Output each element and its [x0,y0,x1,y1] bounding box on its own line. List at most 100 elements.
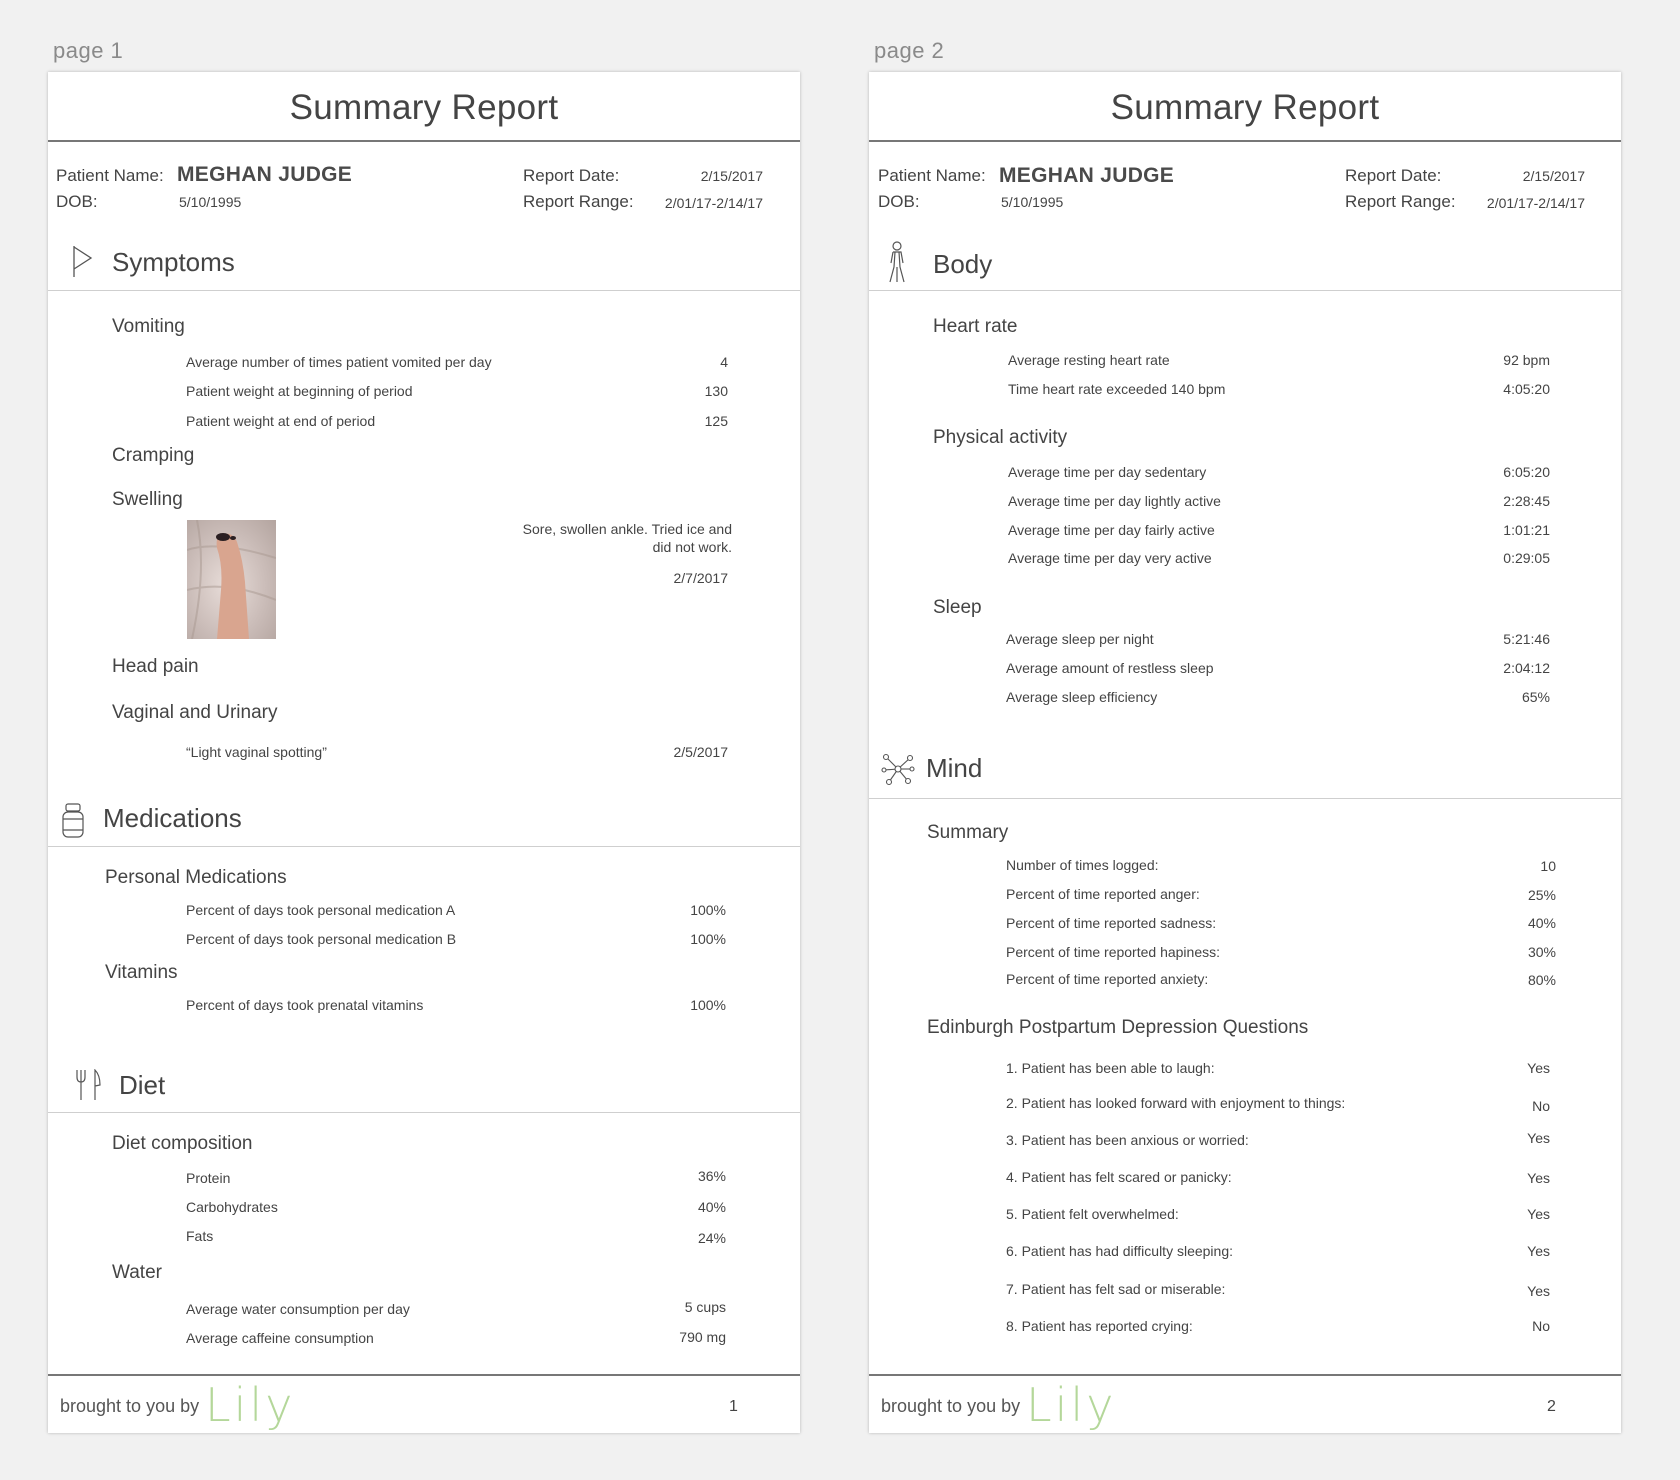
row-value: 92 bpm [1503,352,1550,368]
row-label: Number of times logged: [1006,857,1159,873]
row-label: Average time per day very active [1008,550,1212,566]
subsection-head-pain: Head pain [112,656,199,677]
epds-question: 7. Patient has felt sad or miserable: [1006,1281,1226,1297]
row-label: Percent of days took personal medication… [186,902,456,918]
section-title-symptoms: Symptoms [112,247,235,277]
section-divider [48,290,800,291]
row-label: Percent of days took personal medication… [186,931,457,947]
row-label: Average water consumption per day [186,1301,410,1317]
row-label: Percent of time reported anxiety: [1006,971,1209,987]
section-divider [869,290,1621,291]
row-value: 100% [690,997,726,1013]
epds-question: 3. Patient has been anxious or worried: [1006,1132,1249,1148]
subsection-mind-summary: Summary [927,822,1009,843]
row-label: Percent of time reported anger: [1006,886,1200,902]
footer-brought-by: brought to you by [881,1396,1021,1416]
row-value: 1:01:21 [1503,522,1550,538]
epds-answer: Yes [1527,1243,1550,1259]
section-divider [48,1112,800,1113]
row-value: 790 mg [679,1329,726,1345]
row-label: Protein [186,1170,231,1186]
row-value: 65% [1521,689,1550,705]
subsection-heart-rate: Heart rate [933,316,1018,337]
title-divider [869,140,1621,142]
epds-answer: Yes [1527,1206,1550,1222]
subsection-swelling: Swelling [112,489,183,510]
row-value: 30% [1527,944,1556,960]
subsection-cramping: Cramping [112,445,195,466]
row-label: Average number of times patient vomited … [186,354,492,370]
patient-name-label: Patient Name: [878,166,986,185]
report-range-label: Report Range: [523,192,634,211]
row-label: Average time per day lightly active [1008,493,1221,509]
swelling-note: Sore, swollen ankle. Tried ice and did n… [522,521,732,555]
section-divider [48,846,800,847]
footer-divider [869,1374,1621,1376]
page-label: page 1 [53,38,124,63]
row-label: Percent of time reported sadness: [1006,915,1217,931]
footer-divider [48,1374,800,1376]
page-number: 1 [729,1398,738,1415]
report-title: Summary Report [1110,88,1380,127]
epds-answer: Yes [1527,1130,1550,1146]
epds-answer: No [1532,1318,1550,1334]
report-range-label: Report Range: [1345,192,1456,211]
report-date-value: 2/15/2017 [700,168,763,184]
row-label: Patient weight at beginning of period [186,383,413,399]
row-value: 25% [1527,887,1556,903]
row-label: Percent of days took prenatal vitamins [186,997,424,1013]
epds-answer: No [1532,1098,1550,1114]
report-range-value: 2/01/17-2/14/17 [664,195,763,211]
epds-question: 2. Patient has looked forward with enjoy… [1006,1095,1346,1111]
dob-value: 5/10/1995 [179,194,242,210]
vaginal-date: 2/5/2017 [673,744,729,760]
network-nodes-icon [881,752,915,791]
row-value: 24% [697,1230,726,1246]
report-title: Summary Report [289,88,559,127]
row-value: 5:21:46 [1503,631,1550,647]
row-value: 2:04:12 [1503,660,1550,676]
section-divider [869,798,1621,799]
row-value: 4 [720,354,728,370]
row-value: 4:05:20 [1503,381,1550,397]
epds-question: 4. Patient has felt scared or panicky: [1006,1169,1232,1185]
row-label: Average caffeine consumption [186,1330,374,1346]
subsection-diet-composition: Diet composition [112,1133,253,1154]
row-value: 40% [697,1199,726,1215]
report-date-label: Report Date: [523,166,620,185]
row-value: 130 [704,383,728,399]
epds-answer: Yes [1527,1283,1550,1299]
flag-icon [72,244,94,283]
row-value: 0:29:05 [1503,550,1550,566]
row-value: 80% [1527,972,1556,988]
report-date-value: 2/15/2017 [1522,168,1585,184]
patient-name-label: Patient Name: [56,166,164,185]
row-label: Average time per day fairly active [1008,522,1215,538]
epds-answer: Yes [1527,1060,1550,1076]
lily-logo: Lily [205,1378,296,1432]
report-range-value: 2/01/17-2/14/17 [1486,195,1585,211]
row-value: 100% [690,931,726,947]
subsection-epds: Edinburgh Postpartum Depression Question… [927,1017,1309,1038]
row-label: Carbohydrates [186,1199,278,1215]
page-number: 2 [1547,1398,1556,1415]
section-title-diet: Diet [119,1070,166,1100]
epds-question: 5. Patient felt overwhelmed: [1006,1206,1179,1222]
walking-person-icon [884,241,910,288]
row-label: Patient weight at end of period [186,413,376,429]
section-title-body: Body [933,249,993,279]
epds-question: 1. Patient has been able to laugh: [1006,1060,1215,1076]
footer-brought-by: brought to you by [60,1396,200,1416]
dob-label: DOB: [878,192,920,211]
row-value: 10 [1540,858,1556,874]
page-label: page 2 [874,38,945,63]
subsection-vitamins: Vitamins [105,962,178,983]
swollen-ankle-photo [187,520,276,639]
dob-value: 5/10/1995 [1001,194,1064,210]
fork-knife-icon [74,1068,102,1106]
title-divider [48,140,800,142]
row-value: 40% [1527,915,1556,931]
row-label: Average sleep per night [1006,631,1154,647]
row-label: Average resting heart rate [1008,352,1170,368]
row-label: Average amount of restless sleep [1006,660,1214,676]
